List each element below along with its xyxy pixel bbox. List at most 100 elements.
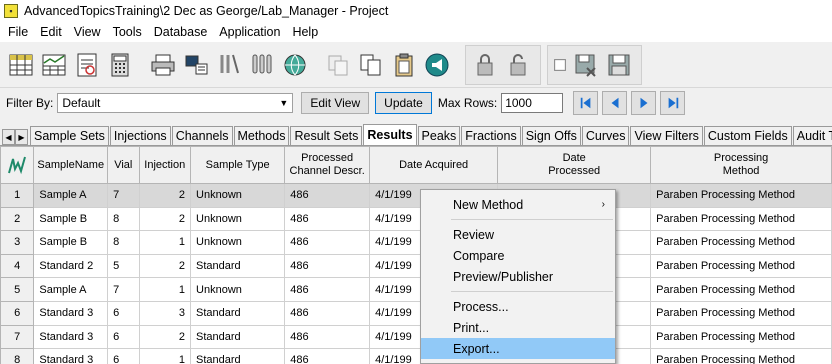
previous-record-button[interactable] [602,91,628,115]
table-row[interactable]: 4Standard 252Standard4864/1/199ESTParabe… [0,253,832,279]
table-icon[interactable] [6,48,36,82]
table-row[interactable]: 5Sample A71Unknown4864/1/199ESTParaben P… [0,277,832,302]
processing-method-cell[interactable]: Paraben Processing Method [650,230,832,255]
sample-type-cell[interactable]: Standard [190,348,286,364]
row-number-cell[interactable]: 8 [0,348,35,364]
print-icon[interactable] [148,48,178,82]
tab-channels[interactable]: Channels [171,126,233,145]
menu-help[interactable]: Help [286,25,324,39]
sample-name-cell[interactable]: Sample A [33,277,109,302]
row-number-cell[interactable]: 7 [0,324,35,350]
channel-descr-cell[interactable]: 486 [284,277,371,302]
col-header-date-processed[interactable]: Date Processed [497,146,652,184]
sample-type-cell[interactable]: Standard [190,324,286,350]
injection-cell[interactable]: 3 [138,300,192,326]
tab-scroll-left-icon[interactable]: ◀ [2,129,15,145]
tab-view-filters[interactable]: View Filters [630,126,703,145]
sample-name-cell[interactable]: Standard 3 [33,348,109,364]
sample-name-cell[interactable]: Standard 2 [33,253,109,279]
lock-icon[interactable] [470,48,500,82]
row-number-cell[interactable]: 4 [0,253,35,279]
tab-results[interactable]: Results [363,124,417,145]
calculator-icon[interactable] [105,48,135,82]
save-as-icon[interactable] [571,48,601,82]
table-row[interactable]: 2Sample B82Unknown4864/1/199ESTParaben P… [0,206,832,232]
row-number-cell[interactable]: 1 [0,183,35,208]
sample-name-cell[interactable]: Sample A [33,183,109,208]
sample-name-cell[interactable]: Sample B [33,230,109,255]
table-row[interactable]: 7Standard 362Standard4864/1/199ESTParabe… [0,324,832,350]
processing-method-cell[interactable]: Paraben Processing Method [650,300,832,326]
copy-icon[interactable] [323,48,353,82]
max-rows-input[interactable]: 1000 [501,93,564,113]
report-icon[interactable] [72,48,102,82]
col-header-processing-method[interactable]: Processing Method [650,146,832,184]
tab-sample-sets[interactable]: Sample Sets [30,126,109,145]
tab-sign-offs[interactable]: Sign Offs [521,126,581,145]
injection-cell[interactable]: 2 [138,183,192,208]
col-header-sample-type[interactable]: Sample Type [190,146,286,184]
table-row[interactable]: 1Sample A72Unknown4864/1/199ESTParaben P… [0,183,832,208]
processing-method-cell[interactable]: Paraben Processing Method [650,324,832,350]
menu-item-preview-publisher[interactable]: Preview/Publisher [421,266,615,287]
next-record-button[interactable] [631,91,657,115]
sample-type-cell[interactable]: Unknown [190,183,286,208]
channel-descr-cell[interactable]: 486 [284,230,371,255]
menu-view[interactable]: View [68,25,107,39]
first-record-button[interactable] [573,91,599,115]
clipboard-icon[interactable] [389,48,419,82]
tab-methods[interactable]: Methods [233,126,290,145]
col-header-vial[interactable]: Vial [107,146,140,184]
injection-cell[interactable]: 2 [138,324,192,350]
network-icon[interactable] [181,48,211,82]
injection-cell[interactable]: 2 [138,253,192,279]
vial-cell[interactable]: 5 [107,253,140,279]
unlock-icon[interactable] [503,48,533,82]
corner-cell[interactable] [0,146,35,184]
tab-injections[interactable]: Injections [109,126,171,145]
menu-item-process[interactable]: Process... [421,296,615,317]
tab-curves[interactable]: Curves [581,126,630,145]
menu-database[interactable]: Database [148,25,214,39]
update-button[interactable]: Update [375,92,432,114]
injection-cell[interactable]: 2 [138,206,192,232]
sample-type-cell[interactable]: Unknown [190,230,286,255]
tab-custom-fields[interactable]: Custom Fields [703,126,792,145]
menu-edit[interactable]: Edit [34,25,68,39]
channel-descr-cell[interactable]: 486 [284,300,371,326]
col-header-date-acquired[interactable]: Date Acquired [369,146,499,184]
edit-view-button[interactable]: Edit View [301,92,370,114]
menu-item-review[interactable]: Review [421,224,615,245]
channel-descr-cell[interactable]: 486 [284,183,371,208]
col-header-injection[interactable]: Injection [138,146,192,184]
channel-descr-cell[interactable]: 486 [284,253,371,279]
menu-item-export[interactable]: Export... [421,338,615,359]
tubes-icon[interactable] [247,48,277,82]
processing-method-cell[interactable]: Paraben Processing Method [650,183,832,208]
save-icon[interactable] [604,48,634,82]
channel-descr-cell[interactable]: 486 [284,348,371,364]
channel-descr-cell[interactable]: 486 [284,324,371,350]
tab-audit-trails[interactable]: Audit Trails [792,126,832,145]
tab-peaks[interactable]: Peaks [417,126,461,145]
col-header-channel-descr[interactable]: Processed Channel Descr. [284,146,371,184]
row-number-cell[interactable]: 3 [0,230,35,255]
table-row[interactable]: 6Standard 363Standard4864/1/199ESTParabe… [0,300,832,326]
vial-cell[interactable]: 7 [107,277,140,302]
vials-icon[interactable] [214,48,244,82]
col-header-samplename[interactable]: SampleName [33,146,109,184]
filter-select[interactable]: Default ▼ [57,93,294,113]
injection-cell[interactable]: 1 [138,277,192,302]
vial-cell[interactable]: 6 [107,300,140,326]
sample-name-cell[interactable]: Standard 3 [33,324,109,350]
menu-item-new-method[interactable]: New Method › [421,194,615,215]
tab-scroll-right-icon[interactable]: ▶ [15,129,28,145]
vial-cell[interactable]: 8 [107,206,140,232]
table-row[interactable]: 8Standard 361Standard4864/1/199ESTParabe… [0,348,832,364]
last-record-button[interactable] [660,91,686,115]
megaphone-icon[interactable] [422,48,452,82]
vial-cell[interactable]: 8 [107,230,140,255]
chart-table-icon[interactable] [39,48,69,82]
globe-icon[interactable] [280,48,310,82]
processing-method-cell[interactable]: Paraben Processing Method [650,253,832,279]
